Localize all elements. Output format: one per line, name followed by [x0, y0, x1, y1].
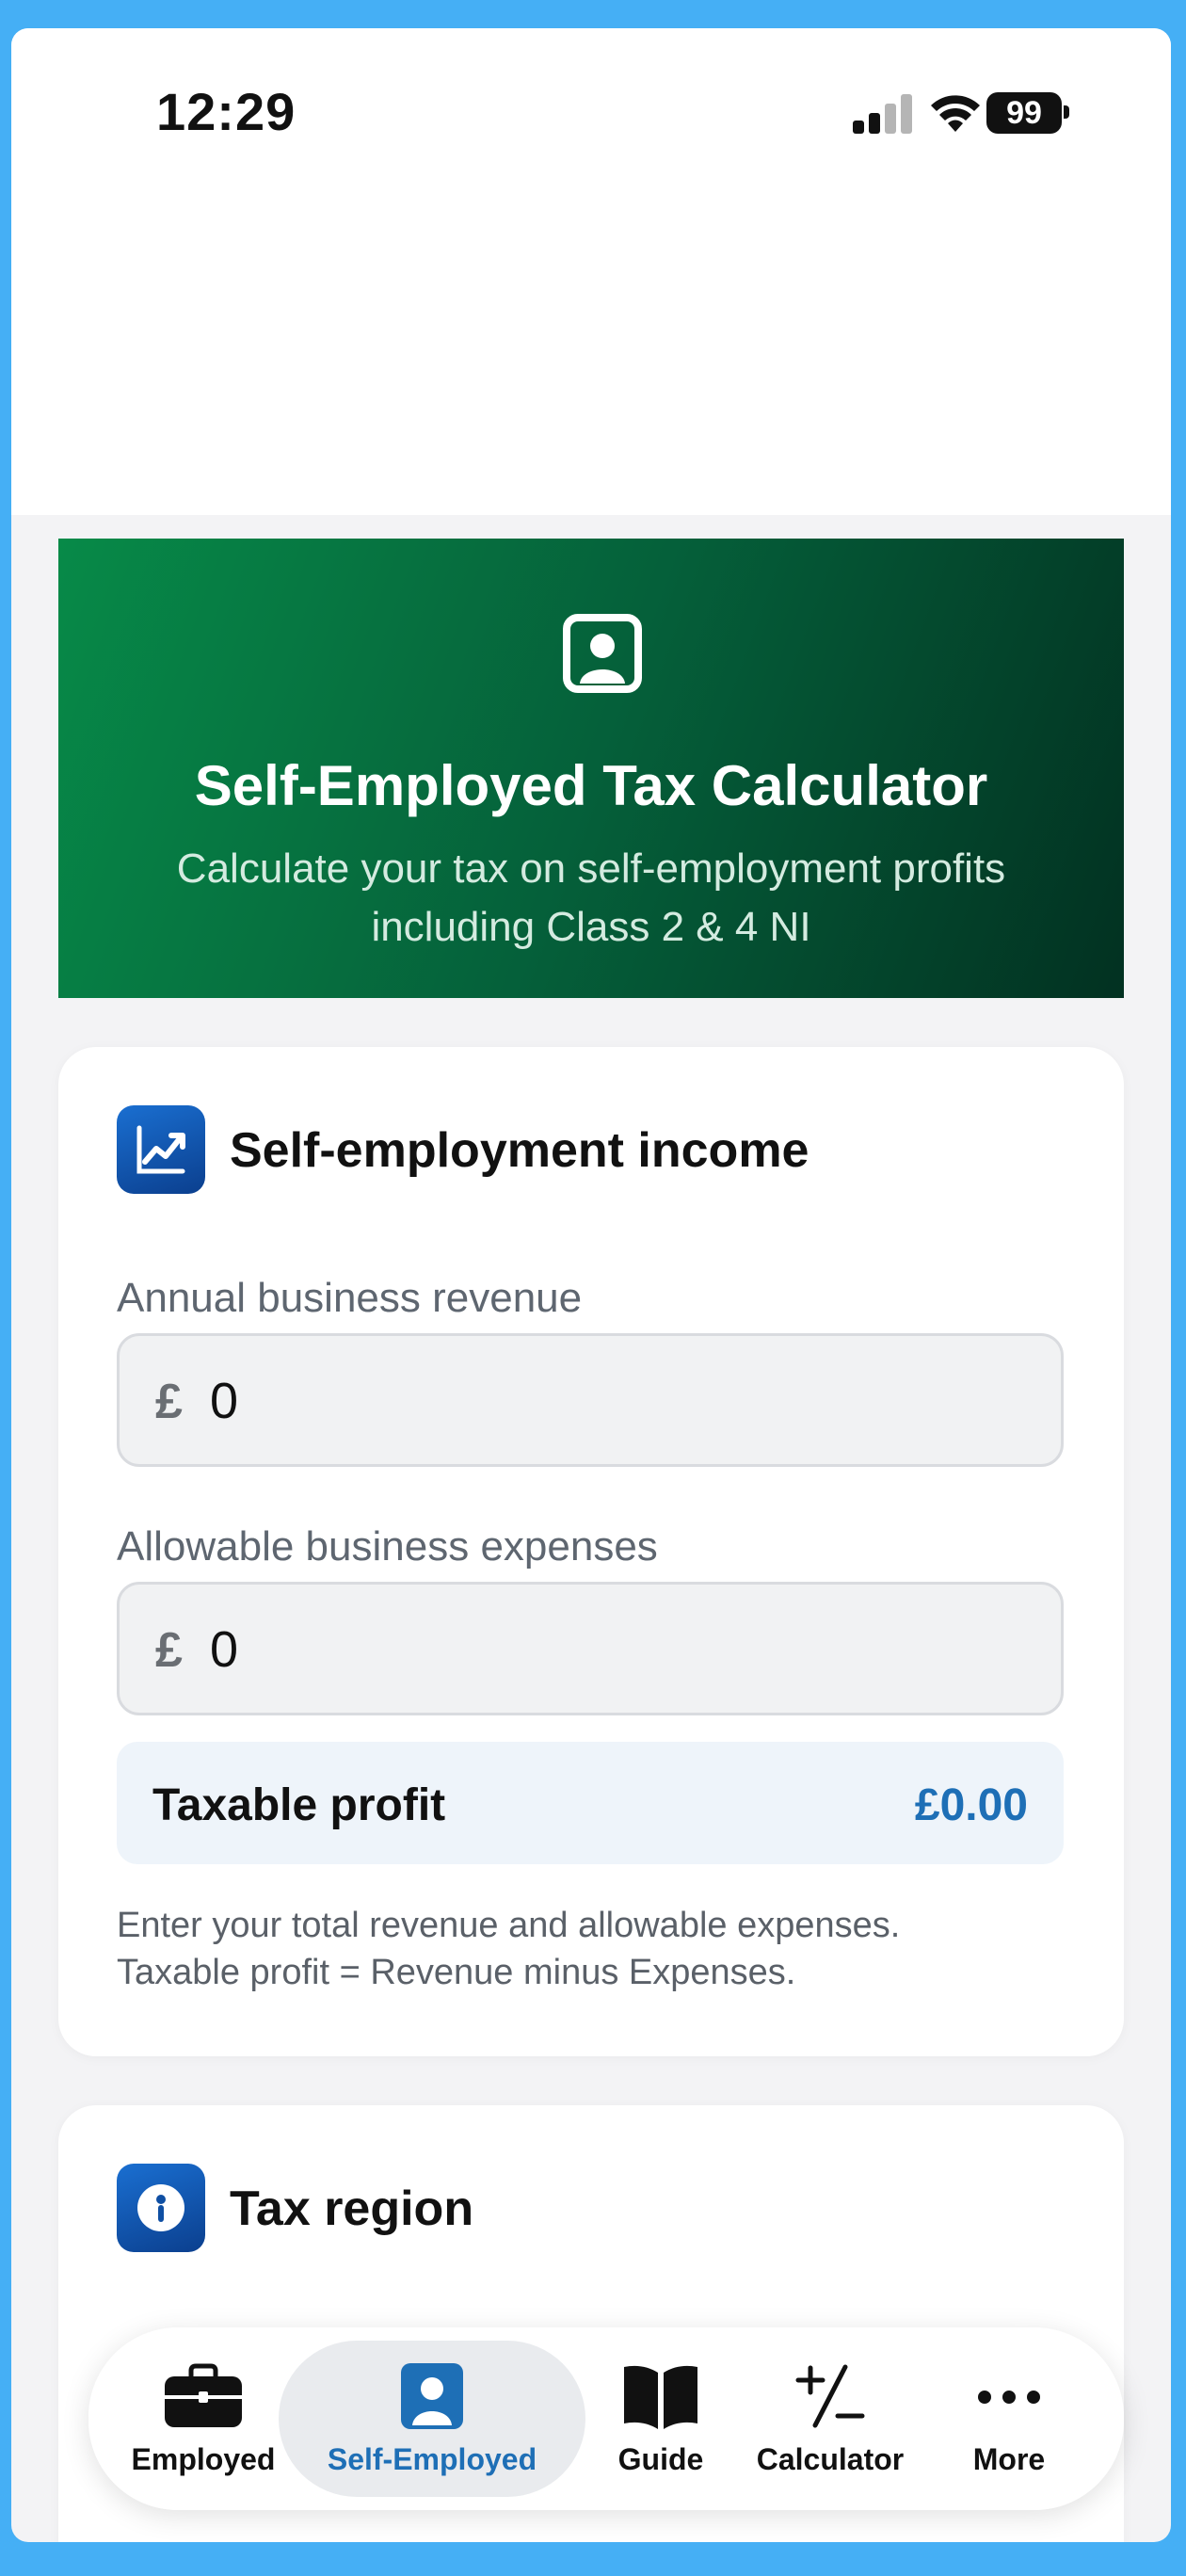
help-line-2: Taxable profit = Revenue minus Expenses. — [117, 1953, 796, 1992]
currency-symbol: £ — [155, 1375, 183, 1429]
battery-indicator: 99 — [986, 92, 1062, 134]
person-badge-icon — [401, 2363, 463, 2429]
hero-subtitle: Calculate your tax on self-employment pr… — [176, 845, 1006, 950]
taxable-profit-row: Taxable profit £0.00 — [117, 1742, 1064, 1864]
status-icons: 99 — [840, 90, 1084, 137]
person-badge-icon — [563, 614, 642, 693]
book-icon — [624, 2365, 697, 2429]
expenses-label: Allowable business expenses — [117, 1523, 658, 1570]
hero-title: Self-Employed Tax Calculator — [194, 754, 988, 817]
income-card-title: Self-employment income — [230, 1123, 809, 1178]
tax-region-title: Tax region — [230, 2182, 474, 2236]
revenue-input[interactable] — [208, 1364, 1021, 1438]
revenue-label: Annual business revenue — [117, 1275, 583, 1321]
tab-label-calculator: Calculator — [756, 2442, 905, 2476]
briefcase-icon — [165, 2363, 242, 2427]
battery-tip — [1064, 105, 1069, 119]
hero-banner: Self-Employed Tax Calculator Calculate y… — [58, 539, 1124, 998]
chart-line-icon — [117, 1105, 205, 1194]
taxable-profit-value: £0.00 — [914, 1780, 1028, 1830]
info-key-icon — [117, 2164, 205, 2252]
wifi-icon — [931, 95, 980, 132]
tab-label-employed: Employed — [131, 2442, 276, 2476]
tab-guide[interactable]: Guide — [585, 2329, 736, 2508]
taxable-profit-label: Taxable profit — [152, 1780, 446, 1830]
expenses-field[interactable]: £ — [117, 1582, 1064, 1715]
income-help-text: Enter your total revenue and allowable e… — [117, 1902, 1058, 1996]
phone-screen: 12:29 99 Self-Employed Tax Calculator Ca — [11, 28, 1171, 2542]
tab-label-more: More — [972, 2442, 1046, 2476]
expenses-input[interactable] — [208, 1613, 1021, 1686]
signal-icon — [853, 94, 912, 134]
tab-employed[interactable]: Employed — [128, 2329, 279, 2508]
ellipsis-icon — [978, 2391, 1040, 2404]
currency-symbol: £ — [155, 1623, 183, 1678]
plus-minus-icon — [795, 2364, 865, 2428]
tab-calculator[interactable]: Calculator — [736, 2329, 924, 2508]
tab-more[interactable]: More — [924, 2329, 1094, 2508]
tab-label-guide: Guide — [617, 2442, 704, 2476]
tab-self-employed[interactable]: Self-Employed — [279, 2329, 585, 2508]
revenue-field[interactable]: £ — [117, 1333, 1064, 1467]
status-bar: 12:29 99 — [11, 28, 1171, 515]
tab-bar: Employed Self-Employed Guide Calculator … — [88, 2327, 1124, 2510]
tab-label-self-employed: Self-Employed — [327, 2442, 537, 2476]
status-time: 12:29 — [156, 82, 296, 141]
income-card: Self-employment income Annual business r… — [58, 1047, 1124, 2056]
help-line-1: Enter your total revenue and allowable e… — [117, 1906, 901, 1945]
